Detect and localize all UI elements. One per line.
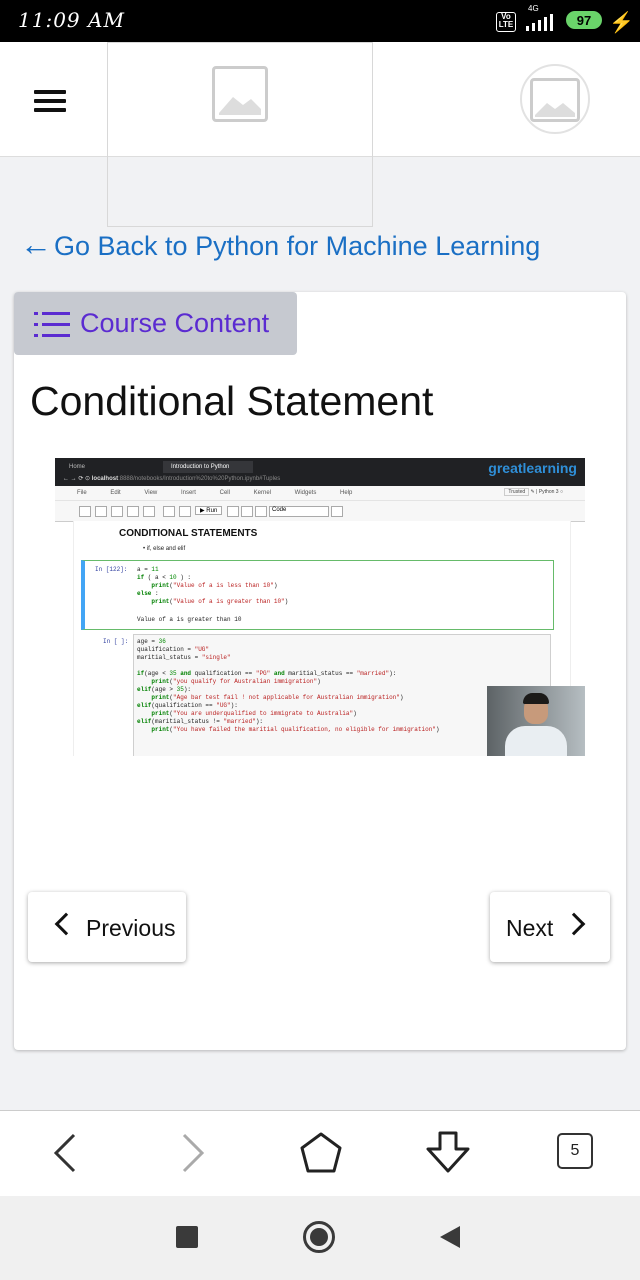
nb-menu-file: File bbox=[77, 490, 87, 496]
browser-forward-icon[interactable] bbox=[178, 1131, 208, 1175]
nb-menu-help: Help bbox=[340, 490, 353, 496]
browser-back-icon[interactable] bbox=[50, 1131, 80, 1175]
avatar[interactable] bbox=[520, 64, 590, 134]
network-type: 4G bbox=[528, 4, 539, 13]
previous-button[interactable]: Previous bbox=[28, 892, 186, 962]
url-host: localhost bbox=[91, 476, 119, 482]
battery-icon: 97 bbox=[566, 11, 602, 29]
cell-2-prompt: In [ ]: bbox=[103, 638, 129, 645]
lesson-card: Course Content Conditional Statement Hom… bbox=[14, 292, 626, 1050]
nb-menu-edit: Edit bbox=[110, 490, 121, 496]
kernel-name: Python 3 bbox=[538, 489, 559, 495]
next-label: Next bbox=[506, 915, 554, 941]
back-to-course-link[interactable]: ←Go Back to Python for Machine Learning bbox=[20, 226, 540, 263]
hamburger-menu-icon[interactable] bbox=[34, 90, 66, 112]
browser-home-icon[interactable] bbox=[298, 1131, 344, 1175]
trusted-badge: Trusted bbox=[504, 488, 530, 496]
video-browser-chrome: Home Introduction to Python ← → ⟳ ⊙ loca… bbox=[55, 458, 585, 486]
nb-menu-widgets: Widgets bbox=[294, 490, 317, 496]
home-icon[interactable] bbox=[303, 1221, 335, 1253]
cell-1-prompt: In [122]: bbox=[95, 566, 128, 573]
nb-menu-kernel: Kernel bbox=[253, 490, 271, 496]
system-navigation-bar bbox=[0, 1196, 640, 1280]
nb-menu-insert: Insert bbox=[180, 490, 196, 496]
charging-icon: ⚡ bbox=[609, 12, 634, 34]
cell-1-output: Value of a is greater than 10 bbox=[137, 616, 242, 623]
tabs-count-button[interactable]: 5 bbox=[557, 1133, 593, 1169]
course-content-button[interactable]: Course Content bbox=[14, 292, 297, 355]
recent-apps-icon[interactable] bbox=[176, 1226, 198, 1248]
nb-menu-cell: Cell bbox=[219, 490, 230, 496]
lesson-video[interactable]: Home Introduction to Python ← → ⟳ ⊙ loca… bbox=[55, 458, 585, 756]
image-placeholder-icon bbox=[212, 66, 268, 122]
cell-type-select: Code bbox=[269, 506, 329, 517]
cell-1-code: a = 11 if ( a < 10 ) : print("Value of a… bbox=[137, 566, 289, 605]
volte-icon: Vo LTE bbox=[496, 12, 516, 32]
signal-icon bbox=[526, 14, 553, 31]
presenter-webcam bbox=[487, 686, 585, 756]
next-button[interactable]: Next bbox=[490, 892, 610, 962]
chevron-right-icon bbox=[562, 912, 586, 936]
cell-2-code: age = 36 qualification = "UG" maritial_s… bbox=[137, 638, 440, 733]
nb-menu-view: View bbox=[144, 490, 158, 496]
notebook-heading: CONDITIONAL STATEMENTS bbox=[119, 528, 258, 539]
notebook-toolbar: ▶ Run Code bbox=[55, 501, 585, 522]
status-time: 11:09 AM bbox=[18, 8, 125, 32]
list-icon bbox=[34, 312, 70, 337]
back-link-label: Go Back to Python for Machine Learning bbox=[54, 231, 541, 261]
lesson-title: Conditional Statement bbox=[30, 378, 434, 424]
chevron-left-icon bbox=[54, 912, 78, 936]
status-bar: 11:09 AM Vo LTE 4G 97 ⚡ bbox=[0, 0, 640, 42]
notebook-kernel-status: Trusted ✎ | Python 3 ○ bbox=[504, 488, 563, 496]
run-label: Run bbox=[206, 508, 218, 514]
notebook-bullet: • if, else and elif bbox=[143, 546, 186, 552]
greatlearning-logo: greatlearning bbox=[488, 460, 577, 476]
arrow-left-icon: ← bbox=[20, 226, 52, 262]
image-placeholder-icon bbox=[530, 78, 580, 122]
download-icon[interactable] bbox=[424, 1129, 472, 1175]
url-path: :8888/notebooks/Introduction%20to%20Pyth… bbox=[118, 476, 281, 482]
browser-bottom-bar: 5 bbox=[0, 1110, 640, 1197]
previous-label: Previous bbox=[86, 915, 176, 941]
back-triangle-icon[interactable] bbox=[438, 1224, 462, 1250]
course-content-label: Course Content bbox=[80, 308, 270, 338]
